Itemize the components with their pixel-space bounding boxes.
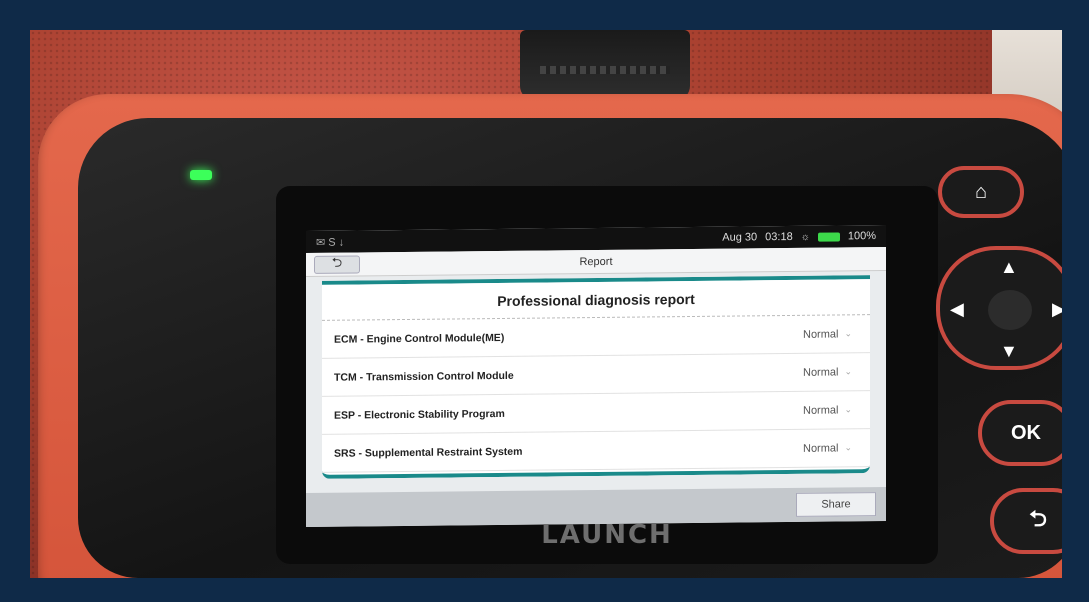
arrow-up-icon[interactable]: ▲ xyxy=(1000,258,1018,276)
device-bezel: ✉ S ↓ Aug 30 03:18 ☼ 100% ⮌ Report Profe… xyxy=(78,118,1062,578)
arrow-left-icon[interactable]: ◀ xyxy=(950,300,964,318)
obd-cable xyxy=(520,30,690,100)
notification-icons: ✉ S ↓ xyxy=(316,236,345,249)
report-row-tcm[interactable]: TCM - Transmission Control Module Normal… xyxy=(322,353,870,397)
report-heading: Professional diagnosis report xyxy=(322,279,870,321)
status-date: Aug 30 xyxy=(722,231,758,244)
row-label: SRS - Supplemental Restraint System xyxy=(334,445,523,460)
report-row-esp[interactable]: ESP - Electronic Stability Program Norma… xyxy=(322,391,870,435)
row-label: ECM - Engine Control Module(ME) xyxy=(334,331,505,346)
arrow-right-icon[interactable]: ▶ xyxy=(1052,300,1062,318)
back-button[interactable]: ⮌ xyxy=(314,254,360,274)
page-title: Report xyxy=(579,255,613,268)
ok-button[interactable]: OK xyxy=(978,400,1062,466)
dpad-center[interactable] xyxy=(988,290,1032,330)
photo-background: ✉ S ↓ Aug 30 03:18 ☼ 100% ⮌ Report Profe… xyxy=(30,30,1062,578)
battery-icon xyxy=(817,231,840,242)
return-button[interactable]: ⮌ xyxy=(990,488,1062,554)
row-status: Normal xyxy=(803,403,839,417)
power-led xyxy=(190,170,212,180)
chevron-down-icon: ⌄ xyxy=(844,404,852,415)
back-arrow-icon: ⮌ xyxy=(331,254,343,270)
dpad[interactable]: ▲ ▼ ◀ ▶ xyxy=(936,246,1062,370)
scanner-device: ✉ S ↓ Aug 30 03:18 ☼ 100% ⮌ Report Profe… xyxy=(38,94,1062,578)
chevron-down-icon: ⌄ xyxy=(844,442,852,453)
screen: ✉ S ↓ Aug 30 03:18 ☼ 100% ⮌ Report Profe… xyxy=(306,224,886,528)
row-label: ESP - Electronic Stability Program xyxy=(334,407,505,422)
return-icon: ⮌ xyxy=(1029,506,1047,531)
report-row-srs[interactable]: SRS - Supplemental Restraint System Norm… xyxy=(322,429,870,473)
share-button[interactable]: Share xyxy=(796,492,876,517)
arrow-down-icon[interactable]: ▼ xyxy=(1000,342,1018,360)
title-bar: ⮌ Report xyxy=(306,246,886,278)
home-button[interactable]: ⌂ xyxy=(938,166,1024,218)
row-status: Normal xyxy=(803,327,839,341)
row-label: TCM - Transmission Control Module xyxy=(334,369,514,384)
brand-logo: LAUNCH xyxy=(541,520,673,550)
screen-frame: ✉ S ↓ Aug 30 03:18 ☼ 100% ⮌ Report Profe… xyxy=(276,186,938,564)
row-status: Normal xyxy=(803,365,839,379)
report-card: Professional diagnosis report ECM - Engi… xyxy=(322,275,870,479)
report-row-ecm[interactable]: ECM - Engine Control Module(ME) Normal ⌄ xyxy=(322,315,870,359)
wifi-icon: ☼ xyxy=(800,231,810,243)
row-status: Normal xyxy=(803,441,839,455)
home-icon: ⌂ xyxy=(974,180,988,203)
battery-level: 100% xyxy=(847,230,876,243)
chevron-down-icon: ⌄ xyxy=(844,328,852,339)
chevron-down-icon: ⌄ xyxy=(844,366,852,377)
status-time: 03:18 xyxy=(765,230,793,244)
